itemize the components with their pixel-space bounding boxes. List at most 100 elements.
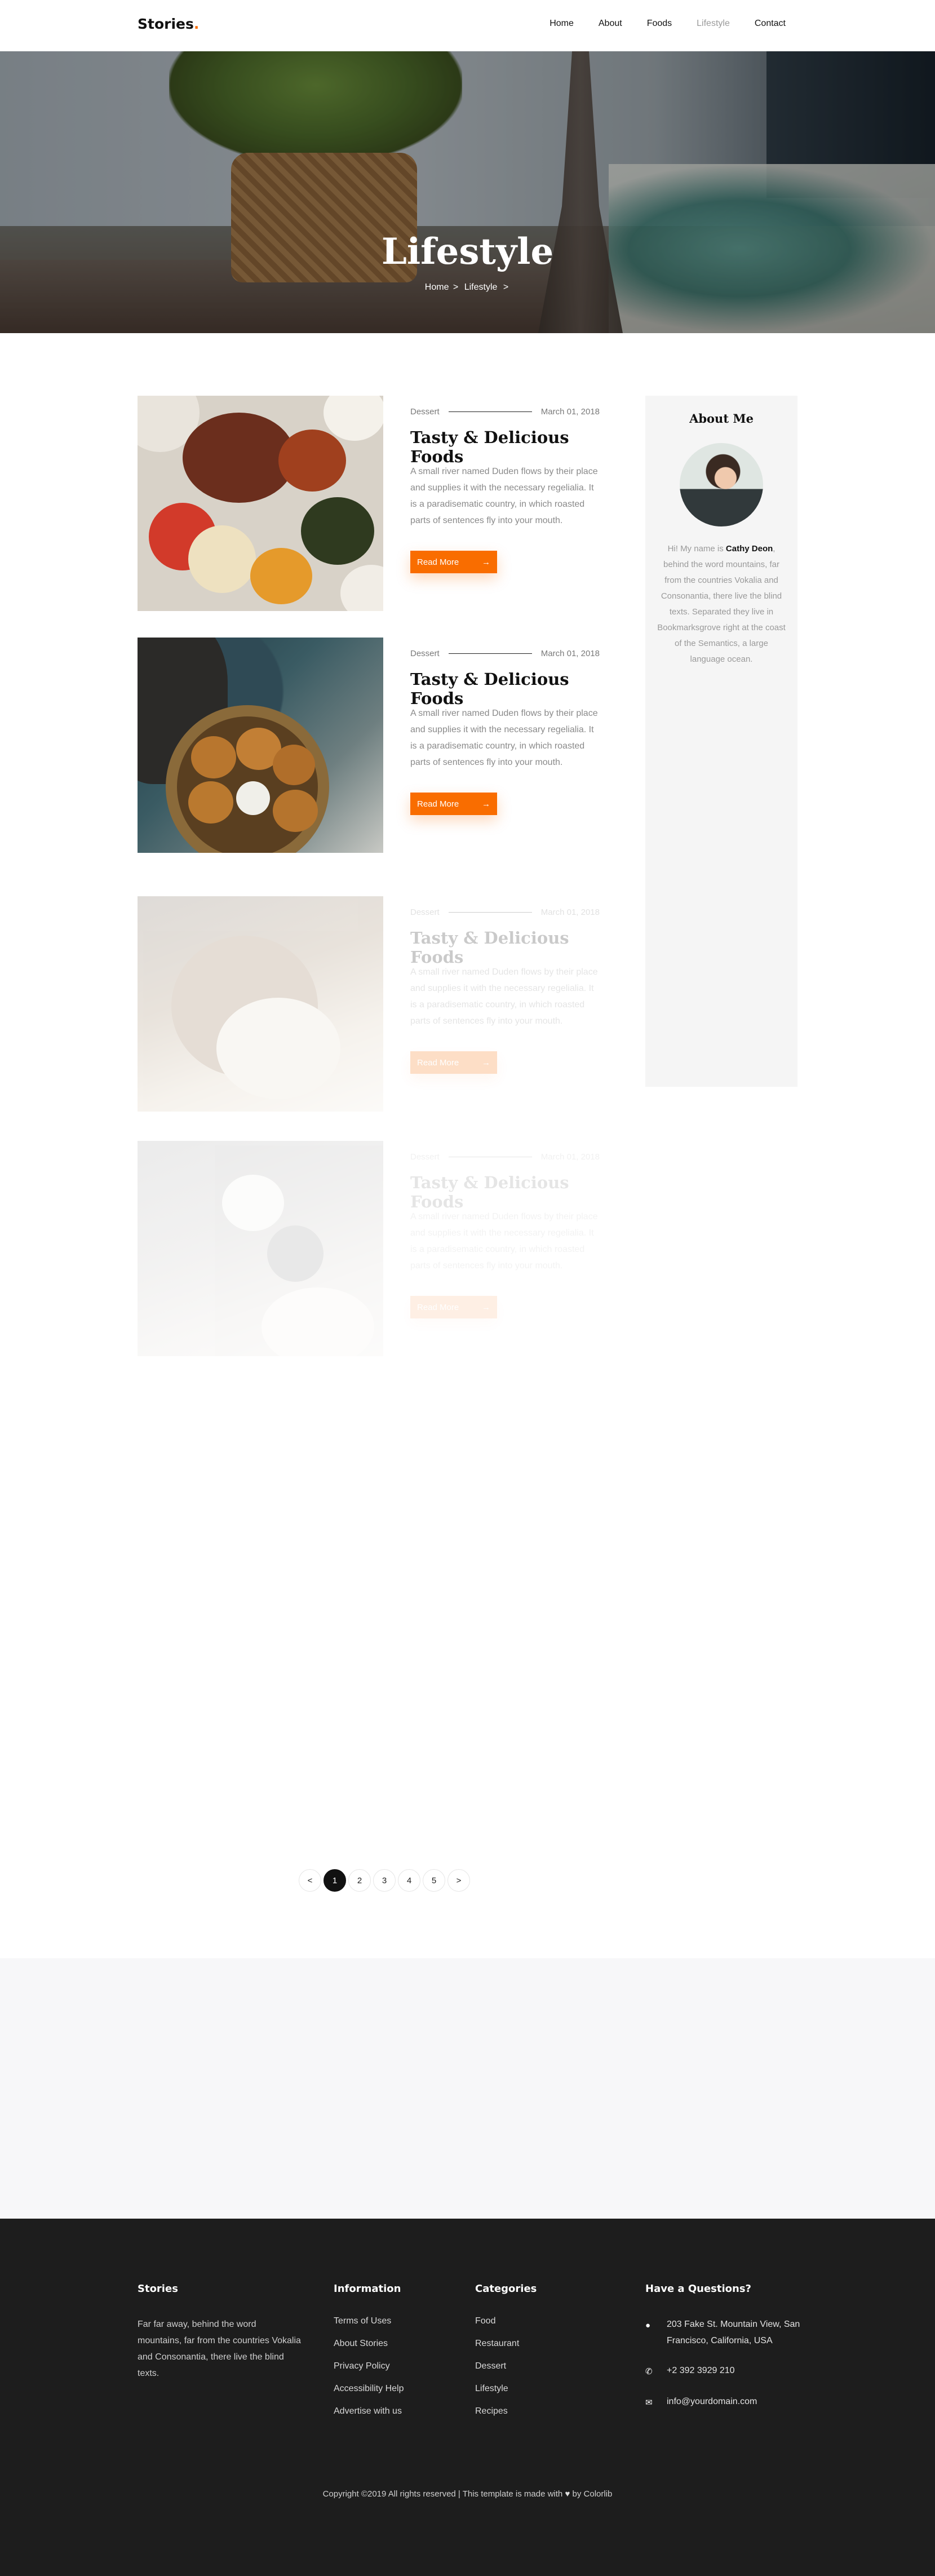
footer-link-terms[interactable]: Terms of Uses	[334, 2316, 446, 2326]
contact-address: ● 203 Fake St. Mountain View, San Franci…	[645, 2316, 809, 2349]
arrow-right-icon: →	[482, 557, 490, 567]
footer-link-dessert[interactable]: Dessert	[475, 2361, 588, 2371]
post-meta: Dessert March 01, 2018	[410, 649, 600, 658]
footer-link-advertise[interactable]: Advertise with us	[334, 2406, 446, 2416]
blog-post: Dessert March 01, 2018 Tasty & Delicious…	[138, 896, 600, 1112]
footer-link-privacy[interactable]: Privacy Policy	[334, 2361, 446, 2371]
pagination-page-2[interactable]: 2	[348, 1869, 371, 1892]
about-text: Hi! My name is Cathy Deon, behind the wo…	[657, 544, 786, 664]
blog-post: Dessert March 01, 2018 Tasty & Delicious…	[138, 638, 600, 853]
phone-icon: ✆	[645, 2367, 653, 2376]
pagination-page-5[interactable]: 5	[423, 1869, 445, 1892]
footer-categories: Categories Food Restaurant Dessert Lifes…	[475, 2283, 588, 2429]
empty-section	[0, 1958, 935, 2219]
arrow-right-icon: →	[482, 1302, 490, 1312]
footer-heading: Have a Questions?	[645, 2283, 751, 2295]
meta-divider	[448, 653, 532, 654]
post-image[interactable]	[138, 396, 383, 611]
nav-item-contact[interactable]: Contact	[755, 19, 786, 29]
footer-link-accessibility[interactable]: Accessibility Help	[334, 2384, 446, 2394]
contact-email[interactable]: ✉ info@yourdomain.com	[645, 2393, 809, 2411]
brand-logo[interactable]: Stories.	[138, 16, 199, 32]
read-more-label: Read More	[417, 557, 459, 567]
footer-heading: Information	[334, 2283, 401, 2295]
nav-item-about[interactable]: About	[599, 19, 622, 29]
pagination: < 1 2 3 4 5 >	[299, 1869, 470, 1892]
post-title[interactable]: Tasty & Delicious Foods	[410, 1173, 613, 1211]
heart-icon: ♥	[565, 2489, 570, 2499]
footer-about-text: Far far away, behind the word mountains,…	[138, 2320, 301, 2378]
read-more-button[interactable]: Read More →	[410, 551, 497, 573]
hero-banner: Lifestyle Home > Lifestyle >	[0, 51, 935, 333]
breadcrumb-separator: >	[503, 282, 509, 292]
post-category[interactable]: Dessert	[410, 407, 440, 417]
footer-link-food[interactable]: Food	[475, 2316, 588, 2326]
read-more-button[interactable]: Read More →	[410, 1296, 497, 1318]
pagination-prev-button[interactable]: <	[299, 1869, 321, 1892]
read-more-label: Read More	[417, 1057, 459, 1068]
post-meta: Dessert March 01, 2018	[410, 1152, 600, 1162]
pagination-page-4[interactable]: 4	[398, 1869, 420, 1892]
post-image[interactable]	[138, 896, 383, 1112]
footer: Stories Far far away, behind the word mo…	[0, 2219, 935, 2576]
author-name: Cathy Deon	[725, 544, 773, 554]
post-category[interactable]: Dessert	[410, 1152, 440, 1162]
footer-heading: Categories	[475, 2283, 537, 2295]
footer-information: Information Terms of Uses About Stories …	[334, 2283, 446, 2429]
footer-link-about[interactable]: About Stories	[334, 2339, 446, 2349]
post-category[interactable]: Dessert	[410, 908, 440, 917]
blog-post: Dessert March 01, 2018 Tasty & Delicious…	[138, 396, 600, 611]
post-excerpt: A small river named Duden flows by their…	[410, 1212, 598, 1271]
breadcrumb-separator: >	[453, 282, 459, 292]
nav-item-home[interactable]: Home	[550, 19, 574, 29]
main-nav: Home About Foods Lifestyle Contact	[550, 19, 786, 29]
post-category[interactable]: Dessert	[410, 649, 440, 658]
meta-divider	[448, 912, 532, 913]
footer-contact: Have a Questions? ● 203 Fake St. Mountai…	[645, 2283, 809, 2424]
copyright: Copyright ©2019 All rights reserved | Th…	[322, 2489, 613, 2499]
map-marker-icon: ●	[645, 2321, 651, 2330]
arrow-right-icon: →	[482, 799, 490, 809]
arrow-right-icon: →	[482, 1057, 490, 1068]
footer-link-restaurant[interactable]: Restaurant	[475, 2339, 588, 2349]
nav-item-lifestyle[interactable]: Lifestyle	[697, 19, 730, 29]
colorlib-link[interactable]: by Colorlib	[573, 2489, 613, 2499]
pagination-next-button[interactable]: >	[447, 1869, 470, 1892]
post-date: March 01, 2018	[540, 649, 600, 658]
widget-heading: About Me	[689, 411, 754, 426]
read-more-label: Read More	[417, 799, 459, 809]
footer-heading: Stories	[138, 2283, 178, 2295]
breadcrumb: Home > Lifestyle >	[0, 282, 935, 293]
post-excerpt: A small river named Duden flows by their…	[410, 709, 598, 767]
breadcrumb-home[interactable]: Home	[425, 282, 449, 292]
avatar	[680, 443, 763, 526]
footer-link-recipes[interactable]: Recipes	[475, 2406, 588, 2416]
about-me-widget: About Me Hi! My name is Cathy Deon, behi…	[645, 396, 797, 1087]
footer-link-lifestyle[interactable]: Lifestyle	[475, 2384, 588, 2394]
pagination-page-3[interactable]: 3	[373, 1869, 396, 1892]
post-title[interactable]: Tasty & Delicious Foods	[410, 928, 613, 967]
contact-phone[interactable]: ✆ +2 392 3929 210	[645, 2362, 809, 2380]
post-meta: Dessert March 01, 2018	[410, 908, 600, 917]
read-more-button[interactable]: Read More →	[410, 1051, 497, 1074]
post-date: March 01, 2018	[540, 1152, 600, 1162]
post-meta: Dessert March 01, 2018	[410, 407, 600, 417]
post-image[interactable]	[138, 1141, 383, 1356]
post-excerpt: A small river named Duden flows by their…	[410, 967, 598, 1026]
breadcrumb-current: Lifestyle	[464, 282, 498, 292]
meta-divider	[448, 411, 532, 412]
pagination-page-1[interactable]: 1	[324, 1869, 346, 1892]
page-title: Lifestyle	[381, 231, 554, 273]
footer-about: Stories Far far away, behind the word mo…	[138, 2283, 301, 2382]
post-date: March 01, 2018	[540, 407, 600, 417]
post-title[interactable]: Tasty & Delicious Foods	[410, 670, 613, 708]
nav-item-foods[interactable]: Foods	[647, 19, 672, 29]
post-title[interactable]: Tasty & Delicious Foods	[410, 428, 613, 466]
navbar: Stories. Home About Foods Lifestyle Cont…	[0, 0, 935, 51]
post-excerpt: A small river named Duden flows by their…	[410, 467, 598, 525]
read-more-label: Read More	[417, 1302, 459, 1312]
blog-post: Dessert March 01, 2018 Tasty & Delicious…	[138, 1141, 600, 1356]
post-image[interactable]	[138, 638, 383, 853]
read-more-button[interactable]: Read More →	[410, 793, 497, 815]
envelope-icon: ✉	[645, 2398, 653, 2407]
